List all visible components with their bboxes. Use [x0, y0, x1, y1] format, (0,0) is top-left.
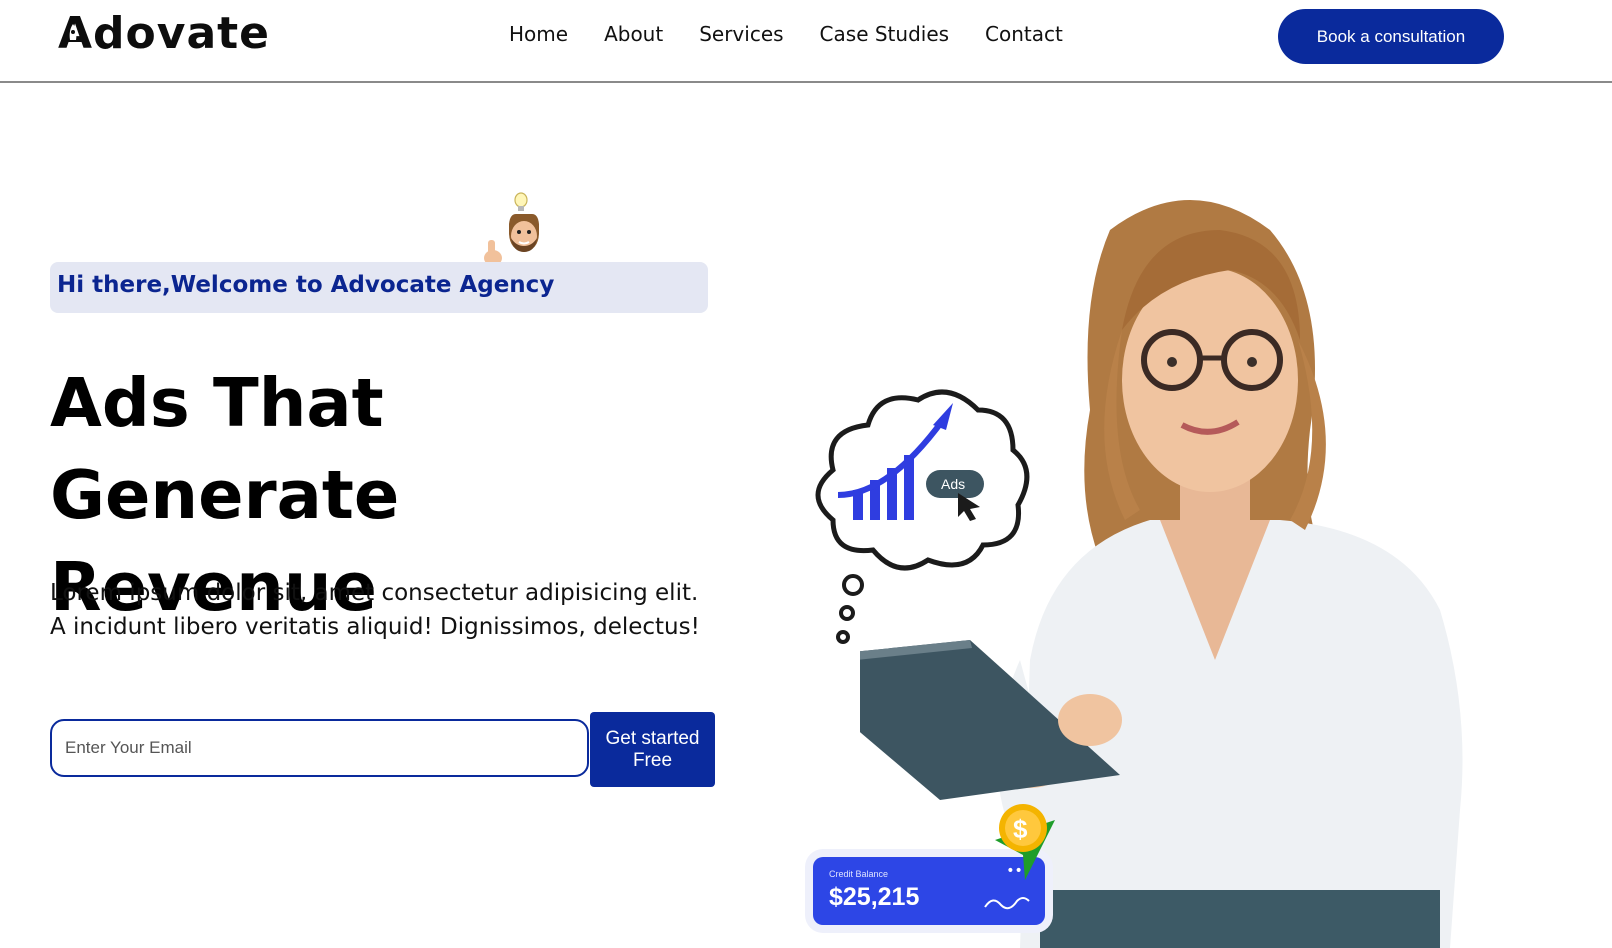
- start-line-2: Free: [632, 749, 673, 771]
- wave-icon: [984, 897, 1030, 910]
- dollar-coin-icon: $: [995, 804, 1055, 880]
- credit-label: Credit Balance: [829, 869, 889, 879]
- hero-description: Lorem ipsum dolor sit, amet consectetur …: [50, 576, 730, 644]
- main-nav: Home About Services Case Studies Contact: [509, 22, 1063, 46]
- nav-services[interactable]: Services: [699, 22, 783, 46]
- logo[interactable]: Adovate: [58, 8, 270, 59]
- email-input[interactable]: [50, 719, 589, 777]
- nav-home[interactable]: Home: [509, 22, 568, 46]
- get-started-button[interactable]: Get started Free: [590, 712, 715, 787]
- nav-case-studies[interactable]: Case Studies: [820, 22, 950, 46]
- headline-line-1: Ads That Generate: [50, 364, 400, 534]
- welcome-text: Hi there,Welcome to Advocate Agency: [57, 272, 555, 298]
- welcome-banner: Hi there,Welcome to Advocate Agency: [50, 262, 708, 313]
- site-header: Adovate Home About Services Case Studies…: [0, 0, 1612, 83]
- start-line-1: Get started: [605, 727, 700, 749]
- thought-bubble-chart-icon: Ads: [815, 389, 1030, 644]
- book-consultation-button[interactable]: Book a consultation: [1278, 9, 1504, 64]
- thinking-man-emoji-icon: [484, 192, 539, 266]
- credit-value: $25,215: [829, 883, 920, 911]
- coin-symbol: $: [1013, 814, 1028, 844]
- nav-contact[interactable]: Contact: [985, 22, 1063, 46]
- logo-text: Adovate: [58, 8, 271, 59]
- nav-about[interactable]: About: [604, 22, 663, 46]
- thought-ads-label: Ads: [941, 476, 965, 492]
- description-line-1: Lorem ipsum dolor sit, amet consectetur …: [50, 580, 699, 606]
- description-line-2: A incidunt libero veritatis aliquid! Dig…: [50, 614, 700, 640]
- rocket-icon: [69, 24, 77, 48]
